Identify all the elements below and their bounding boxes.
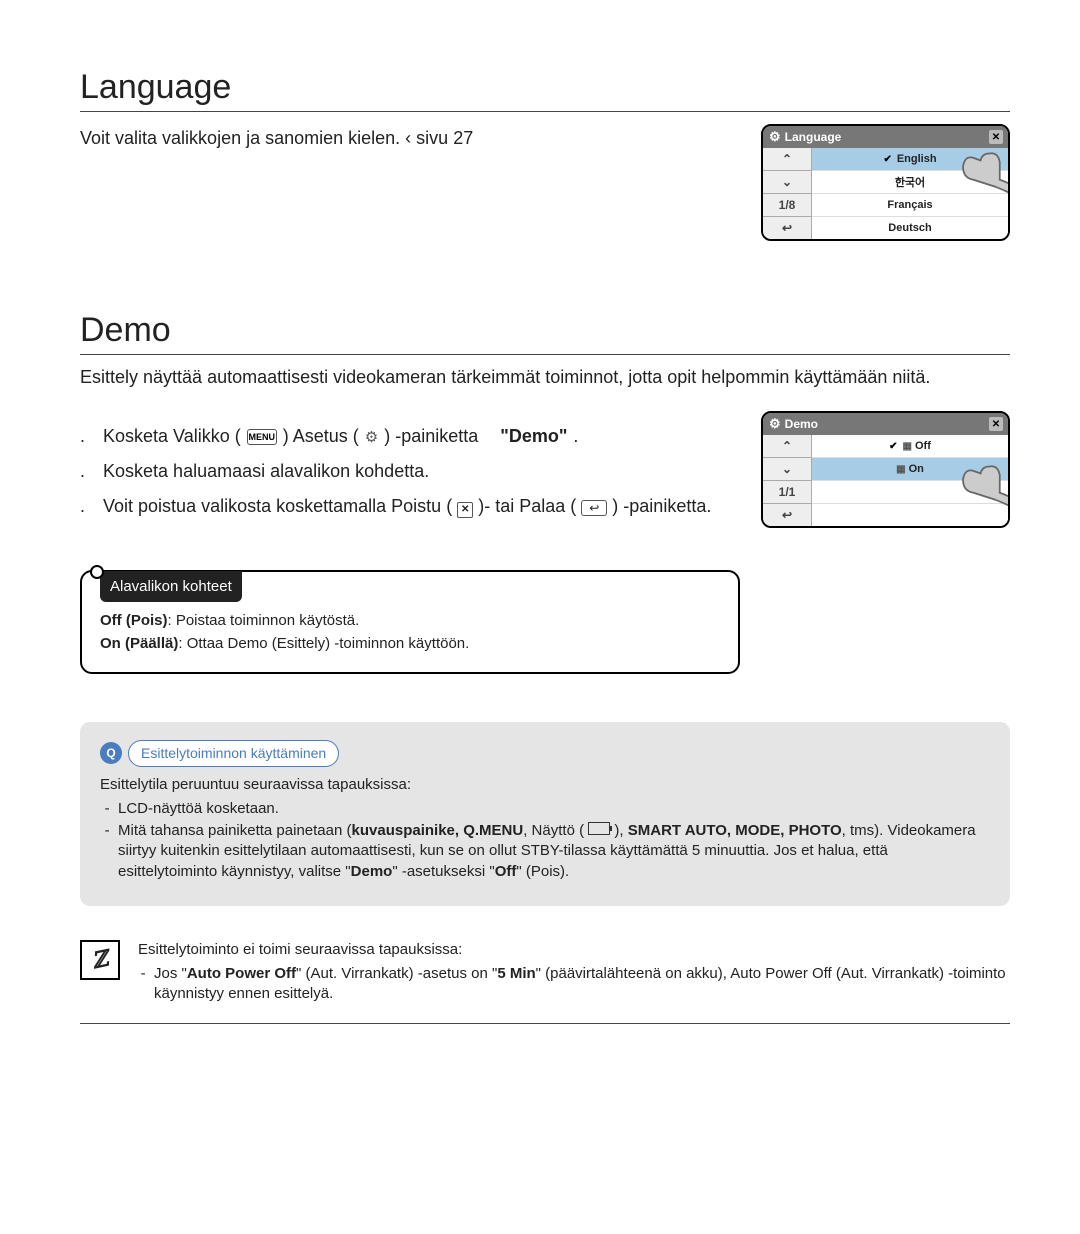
lang-option-deutsch[interactable]: Deutsch <box>812 216 1008 239</box>
language-screen: ⚙ Language ✕ ⌃ ⌄ 1/8 ↩ English 한국어 Franç… <box>761 124 1010 241</box>
scroll-down-button[interactable]: ⌄ <box>763 170 811 193</box>
tips-box: Q Esittelytoiminnon käyttäminen Esittely… <box>80 722 1010 906</box>
note-icon: ℤ <box>80 940 120 980</box>
close-icon: ✕ <box>457 502 473 518</box>
return-icon: ↩ <box>581 500 607 516</box>
page-indicator: 1/8 <box>763 193 811 216</box>
screen-title: Language <box>785 130 842 144</box>
magnifier-icon: Q <box>100 742 122 764</box>
submenu-items-box: Alavalikon kohteet Off (Pois): Poistaa t… <box>80 570 740 674</box>
section-title-language: Language <box>80 68 1010 112</box>
tips-title: Esittelytoiminnon käyttäminen <box>128 740 339 767</box>
display-icon <box>588 822 610 835</box>
note-bullet-1: Jos "Auto Power Off" (Aut. Virrankatk) -… <box>154 964 1010 1005</box>
demo-desc: Esittely näyttää automaattisesti videoka… <box>80 365 1010 389</box>
page-indicator: 1/1 <box>763 480 811 503</box>
tips-bullet-1: LCD-näyttöä kosketaan. <box>118 799 990 819</box>
gear-icon: ⚙ <box>769 129 781 145</box>
tips-intro: Esittelytila peruuntuu seuraavissa tapau… <box>100 775 990 795</box>
pointing-hand-icon <box>946 136 1010 206</box>
return-button[interactable]: ↩ <box>763 216 811 239</box>
demo-step-3: Voit poistua valikosta koskettamalla Poi… <box>80 496 731 518</box>
scroll-up-button[interactable]: ⌃ <box>763 435 811 457</box>
submenu-item-off: Off (Pois): Poistaa toiminnon käytöstä. <box>100 610 720 631</box>
note-intro: Esittelytoiminto ei toimi seuraavissa ta… <box>138 940 1010 960</box>
language-desc: Voit valita valikkojen ja sanomien kiele… <box>80 126 731 150</box>
section-title-demo: Demo <box>80 311 1010 355</box>
gear-icon: ⚙ <box>769 416 781 432</box>
menu-button-icon: MENU <box>247 429 277 445</box>
demo-screen: ⚙ Demo ✕ ⌃ ⌄ 1/1 ↩ Off On <box>761 411 1010 528</box>
scroll-up-button[interactable]: ⌃ <box>763 148 811 170</box>
gear-icon <box>365 426 378 447</box>
return-button[interactable]: ↩ <box>763 503 811 526</box>
screen-title: Demo <box>785 417 818 431</box>
screen-header: ⚙ Demo ✕ <box>763 413 1008 435</box>
submenu-item-on: On (Päällä): Ottaa Demo (Esittely) -toim… <box>100 633 720 654</box>
tips-bullet-2: Mitä tahansa painiketta painetaan (kuvau… <box>118 821 990 882</box>
scroll-down-button[interactable]: ⌄ <box>763 457 811 480</box>
pointing-hand-icon <box>946 449 1010 519</box>
submenu-header: Alavalikon kohteet <box>100 571 242 602</box>
close-icon[interactable]: ✕ <box>989 417 1003 431</box>
note-box: ℤ Esittelytoiminto ei toimi seuraavissa … <box>80 940 1010 1024</box>
demo-step-2: Kosketa haluamaasi alavalikon kohdetta. <box>80 461 731 482</box>
demo-step-1: Kosketa Valikko ( MENU ) Asetus ( ) -pai… <box>80 426 731 447</box>
